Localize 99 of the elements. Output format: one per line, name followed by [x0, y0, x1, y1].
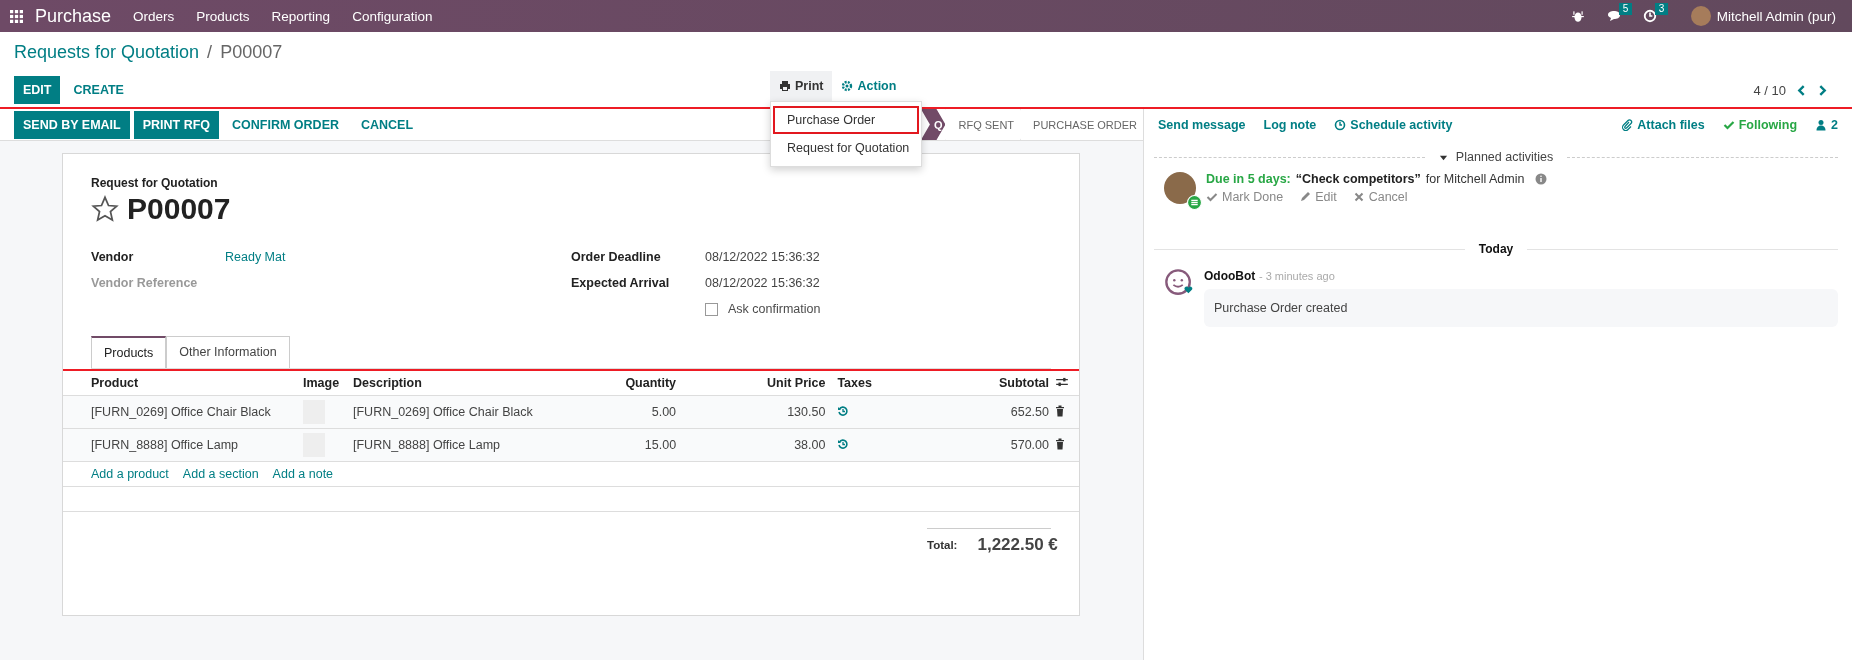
bot-avatar-icon — [1164, 268, 1194, 298]
user-avatar — [1164, 172, 1196, 204]
menu-item[interactable]: Configuration — [352, 8, 433, 24]
field-label: Expected Arrival — [571, 276, 671, 290]
activity-summary: “Check competitors” — [1295, 172, 1421, 186]
table-cell: 130.50 — [682, 395, 832, 429]
trash-icon[interactable] — [1055, 404, 1065, 417]
chatter-button[interactable]: Log note — [1263, 117, 1317, 132]
message-time: - 3 minutes ago — [1258, 270, 1335, 282]
status-step[interactable]: Q — [920, 109, 946, 140]
message-author: OdooBot — [1204, 269, 1256, 283]
field-value: 08/12/2022 15:36:32 — [705, 250, 820, 264]
checkbox[interactable] — [705, 302, 718, 316]
activity-action-link[interactable]: Cancel — [1352, 190, 1408, 204]
table-cell: [FURN_8888] Office Lamp — [347, 428, 549, 462]
action-button[interactable]: PRINT RFQ — [133, 110, 220, 139]
pencil-icon — [1299, 191, 1312, 203]
app-name[interactable]: Purchase — [35, 5, 112, 27]
chatter-button[interactable]: Schedule activity — [1334, 117, 1453, 132]
breadcrumb-current: P00007 — [220, 42, 283, 63]
attach-files-button[interactable]: Attach files — [1621, 117, 1705, 132]
apps-grid-icon[interactable] — [10, 9, 23, 23]
chatter-button[interactable]: Send message — [1158, 117, 1246, 132]
chevron-left-icon[interactable] — [1796, 84, 1807, 96]
vendor-link[interactable]: Ready Mat — [225, 250, 286, 264]
table-cell: [FURN_0269] Office Chair Black — [63, 395, 297, 429]
menu-item[interactable]: Orders — [133, 8, 175, 24]
tab[interactable]: Products — [91, 336, 167, 368]
table-cell: 570.00 — [923, 428, 1055, 462]
field-value: 08/12/2022 15:36:32 — [705, 276, 820, 290]
add-line-link[interactable]: Add a note — [272, 467, 334, 481]
user-name[interactable]: Mitchell Admin (pur) — [1716, 8, 1836, 24]
column-header[interactable]: Product — [63, 371, 297, 396]
pager-value: 4 / 10 — [1753, 82, 1786, 98]
history-icon[interactable] — [837, 404, 850, 417]
breadcrumb-separator: / — [207, 42, 213, 63]
checkbox-label: Ask confirmation — [728, 302, 821, 316]
dropdown-item[interactable]: Purchase Order — [773, 106, 919, 134]
action-button[interactable]: CONFIRM ORDER — [223, 110, 348, 139]
followers-button[interactable]: 2 — [1815, 117, 1838, 132]
table-cell: 652.50 — [923, 395, 1055, 429]
breadcrumb-link[interactable]: Requests for Quotation — [14, 42, 200, 63]
action-button[interactable]: CANCEL — [352, 110, 423, 139]
activity-assignee: for Mitchell Admin — [1425, 172, 1525, 186]
total-amount: 1,222.50 € — [977, 535, 1058, 555]
dropdown-item[interactable]: Request for Quotation — [773, 134, 919, 162]
column-header[interactable]: Unit Price — [682, 371, 832, 396]
activity-action-link[interactable]: Edit — [1299, 190, 1337, 204]
add-line-link[interactable]: Add a section — [182, 467, 259, 481]
record-type-label: Request for Quotation — [91, 176, 219, 190]
person-icon — [1815, 118, 1828, 131]
check-icon — [1722, 118, 1735, 131]
clock-icon — [1334, 118, 1347, 131]
menu-item[interactable]: Products — [196, 8, 250, 24]
tab[interactable]: Other Information — [166, 336, 290, 368]
add-line-link[interactable]: Add a product — [91, 467, 169, 481]
following-button[interactable]: Following — [1722, 117, 1798, 132]
info-icon[interactable] — [1535, 173, 1548, 185]
menu-item[interactable]: Reporting — [271, 8, 331, 24]
activity-action-link[interactable]: Mark Done — [1206, 190, 1284, 204]
date-separator: Today — [1478, 242, 1514, 256]
table-cell: [FURN_8888] Office Lamp — [63, 428, 297, 462]
trash-icon[interactable] — [1055, 437, 1065, 450]
column-header[interactable]: Quantity — [549, 371, 683, 396]
column-header[interactable]: Subtotal — [923, 371, 1055, 396]
printer-icon — [779, 80, 791, 92]
star-icon[interactable] — [91, 195, 119, 223]
table-cell: 5.00 — [549, 395, 683, 429]
create-button[interactable]: CREATE — [64, 76, 133, 104]
print-button[interactable]: Print — [770, 71, 833, 101]
bug-icon[interactable] — [1570, 9, 1585, 23]
message-bubble: Purchase Order created — [1204, 289, 1838, 327]
planned-activities-toggle[interactable]: Planned activities — [1438, 150, 1554, 164]
action-button[interactable]: Action — [832, 71, 906, 101]
edit-button[interactable]: EDIT — [14, 76, 61, 104]
chevron-right-icon[interactable] — [1817, 84, 1828, 96]
list-badge-icon — [1187, 195, 1202, 210]
paperclip-icon — [1621, 118, 1634, 131]
field-label: Order Deadline — [571, 250, 662, 264]
due-label: Due in 5 days: — [1206, 172, 1291, 186]
table-cell: [FURN_0269] Office Chair Black — [347, 395, 549, 429]
clock-icon[interactable] — [1642, 9, 1657, 23]
history-icon[interactable] — [837, 437, 850, 450]
message-count: 5 — [1618, 3, 1633, 15]
total-label: Total: — [927, 539, 958, 551]
activity-count: 3 — [1654, 3, 1669, 15]
check-icon — [1206, 191, 1218, 203]
field-label: Vendor Reference — [91, 276, 199, 290]
gear-icon — [841, 80, 854, 92]
action-button[interactable]: SEND BY EMAIL — [14, 110, 130, 139]
record-name: P00007 — [127, 192, 231, 226]
column-header[interactable]: Description — [347, 371, 549, 396]
field-label: Vendor — [91, 250, 135, 264]
column-header[interactable]: Image — [297, 371, 347, 396]
close-icon — [1352, 191, 1365, 203]
chat-icon[interactable] — [1606, 9, 1621, 23]
table-cell: 38.00 — [682, 428, 832, 462]
table-cell: 15.00 — [549, 428, 683, 462]
column-header[interactable]: Taxes — [831, 371, 924, 396]
